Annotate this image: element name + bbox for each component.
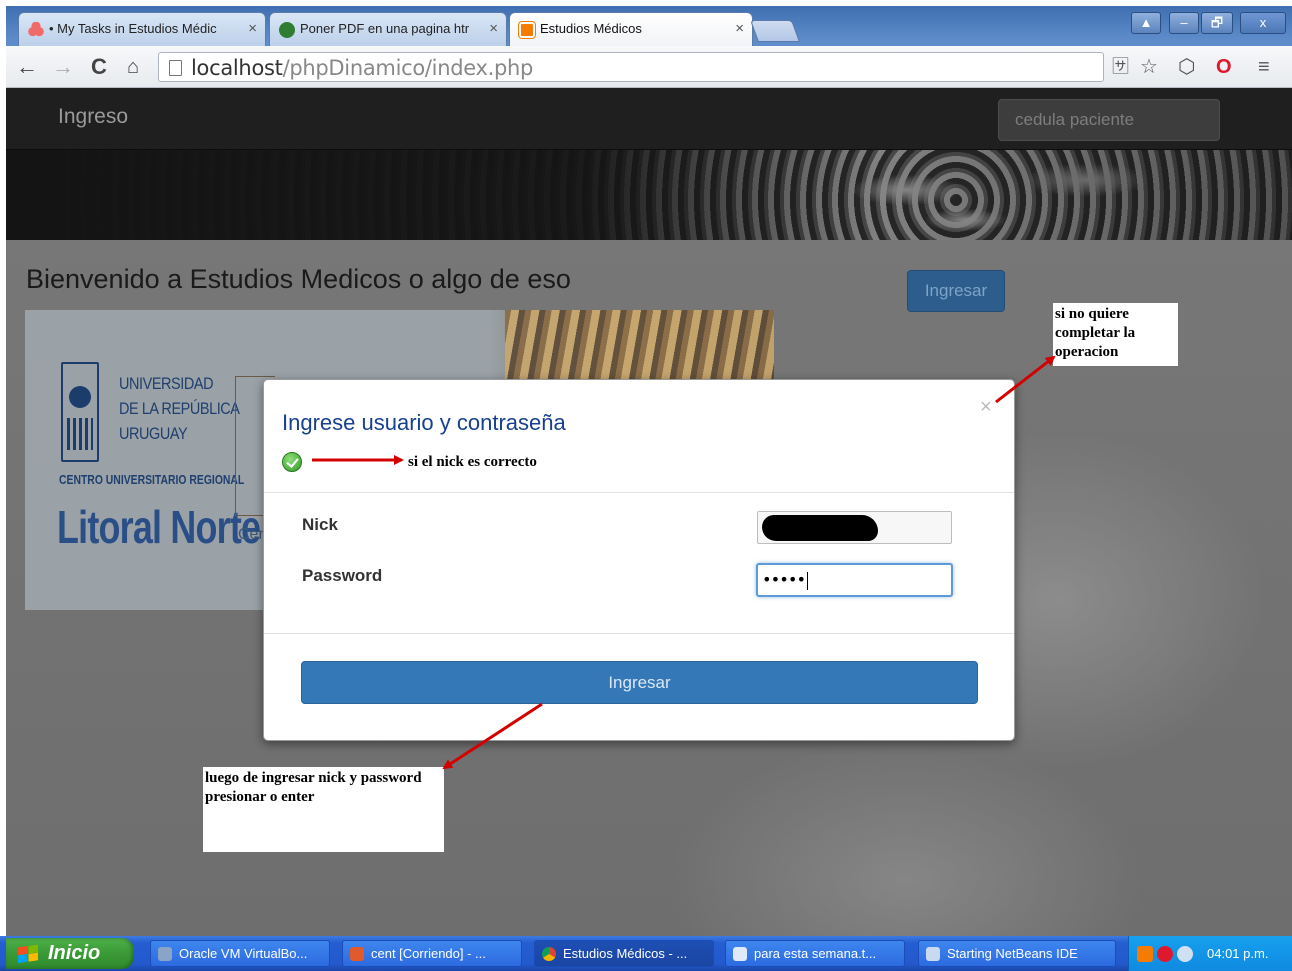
clock: 04:01 p.m. xyxy=(1207,946,1269,961)
university-name-line: DE LA REPÚBLICA xyxy=(119,399,240,418)
login-modal: Ingrese usuario y contraseña × si el nic… xyxy=(263,379,1015,741)
taskbar-item-cent[interactable]: cent [Corriendo] - ... xyxy=(342,940,522,967)
taskbar-item-virtualbox[interactable]: Oracle VM VirtualBo... xyxy=(150,940,330,967)
close-window-button[interactable]: x xyxy=(1240,12,1286,34)
nick-input[interactable] xyxy=(757,511,952,544)
user-button[interactable]: ▲ xyxy=(1131,12,1161,34)
opera-tray-icon[interactable] xyxy=(1157,946,1173,962)
university-name-line: UNIVERSIDAD xyxy=(119,374,214,393)
url-text: localhost/phpDinamico/index.php xyxy=(191,55,533,81)
star-icon[interactable]: ☆ xyxy=(1140,55,1158,79)
taskbar-item-notepad[interactable]: para esta semana.t... xyxy=(725,940,905,967)
vm-window-icon xyxy=(350,947,364,961)
password-input[interactable]: ••••• xyxy=(756,563,953,597)
navbar-brand[interactable]: Ingreso xyxy=(58,105,128,129)
chrome-icon xyxy=(542,947,556,961)
task-label: para esta semana.t... xyxy=(754,946,877,961)
password-mask: ••••• xyxy=(762,570,806,589)
divider xyxy=(264,633,1014,634)
browser-chrome: • My Tasks in Estudios Médic × Poner PDF… xyxy=(6,6,1292,88)
nick-label: Nick xyxy=(302,515,338,534)
close-icon[interactable]: × xyxy=(980,396,992,419)
netbeans-icon xyxy=(926,947,940,961)
virtualbox-icon xyxy=(158,947,172,961)
taskbar-item-chrome[interactable]: Estudios Médicos - ... xyxy=(534,940,714,967)
check-icon xyxy=(282,452,302,472)
taskbar-item-netbeans[interactable]: Starting NetBeans IDE xyxy=(918,940,1116,967)
opera-icon[interactable]: O xyxy=(1216,55,1232,79)
annotation-nick-correct: si el nick es correcto xyxy=(392,442,588,490)
extension-icon[interactable]: ⬡ xyxy=(1178,55,1195,79)
task-label: Starting NetBeans IDE xyxy=(947,946,1078,961)
university-name-line: URUGUAY xyxy=(119,424,188,443)
back-icon[interactable]: ← xyxy=(14,54,40,80)
password-label: Password xyxy=(302,566,383,585)
xampp-icon xyxy=(518,21,536,39)
url-host: localhost xyxy=(191,56,283,80)
home-icon[interactable]: ⌂ xyxy=(120,54,146,80)
browser-toolbar: ← → C ⌂ localhost/phpDinamico/index.php … xyxy=(6,46,1292,88)
navbar: Ingreso xyxy=(6,88,1292,150)
windows-taskbar: Inicio Oracle VM VirtualBo... cent [Corr… xyxy=(0,936,1292,971)
close-icon[interactable]: × xyxy=(489,13,498,45)
tab-my-tasks[interactable]: • My Tasks in Estudios Médic × xyxy=(18,12,266,46)
university-crest-icon xyxy=(61,362,99,462)
menu-icon[interactable]: ≡ xyxy=(1258,55,1270,79)
annotation-cancel: si no quiere completar la operacion xyxy=(1053,303,1178,366)
document-icon xyxy=(733,947,747,961)
divider xyxy=(264,492,1014,493)
forward-icon[interactable]: → xyxy=(50,54,76,80)
page-icon xyxy=(169,60,182,76)
tab-title: • My Tasks in Estudios Médic xyxy=(49,21,217,36)
task-label: Oracle VM VirtualBo... xyxy=(179,946,308,961)
url-path: /phpDinamico/index.php xyxy=(282,56,534,80)
submit-login-button[interactable]: Ingresar xyxy=(301,661,978,704)
tab-poner-pdf[interactable]: Poner PDF en una pagina htr × xyxy=(269,12,507,46)
minimize-button[interactable]: – xyxy=(1169,12,1199,34)
tab-title: Estudios Médicos xyxy=(540,21,642,36)
chat-bubble-icon xyxy=(279,22,295,38)
reload-icon[interactable]: C xyxy=(86,54,112,80)
start-button[interactable]: Inicio xyxy=(6,938,134,969)
page-title: Bienvenido a Estudios Medicos o algo de … xyxy=(26,264,571,294)
task-label: cent [Corriendo] - ... xyxy=(371,946,486,961)
address-bar[interactable]: localhost/phpDinamico/index.php xyxy=(158,52,1104,82)
litoral-norte-logo: Litoral Norte xyxy=(57,501,261,553)
centro-label: CENTRO UNIVERSITARIO REGIONAL xyxy=(59,472,245,487)
close-icon[interactable]: × xyxy=(735,13,744,45)
new-tab-button[interactable] xyxy=(749,20,801,42)
ingresar-button[interactable]: Ingresar xyxy=(907,270,1005,312)
restore-button[interactable]: 🗗 xyxy=(1201,12,1233,34)
translate-icon[interactable]: 🈂 xyxy=(1112,55,1129,79)
asana-icon xyxy=(28,22,44,38)
close-icon[interactable]: × xyxy=(248,13,257,45)
start-label: Inicio xyxy=(48,942,101,964)
tab-title: Poner PDF en una pagina htr xyxy=(300,21,470,36)
redaction-mark xyxy=(762,515,878,541)
network-tray-icon[interactable] xyxy=(1177,946,1193,962)
cedula-search-input[interactable] xyxy=(998,99,1220,141)
system-tray: 04:01 p.m. xyxy=(1128,936,1292,971)
annotation-enter: luego de ingresar nick y password presio… xyxy=(203,767,444,852)
task-label: Estudios Médicos - ... xyxy=(563,946,688,961)
hero-image xyxy=(6,150,1292,240)
modal-title: Ingrese usuario y contraseña xyxy=(282,410,566,435)
xampp-tray-icon[interactable] xyxy=(1137,946,1153,962)
windows-logo-icon xyxy=(18,944,38,964)
tab-estudios-medicos[interactable]: Estudios Médicos × xyxy=(509,12,753,46)
